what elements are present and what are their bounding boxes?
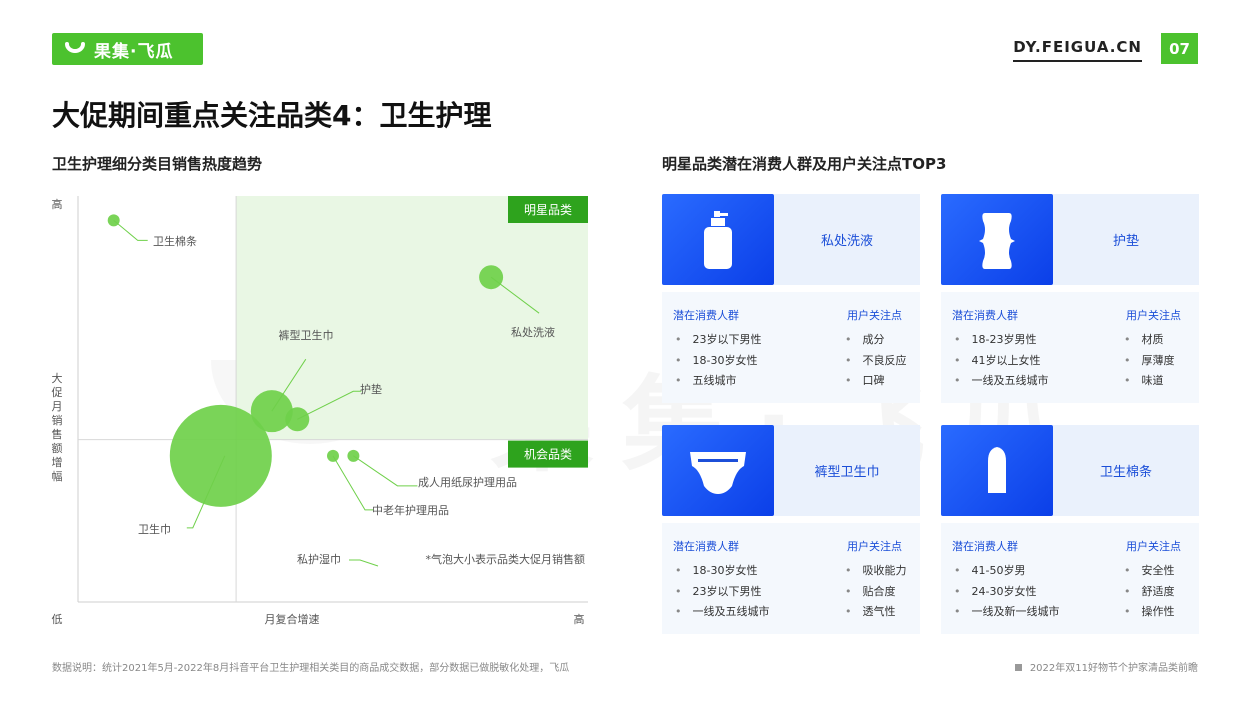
list-item: 味道 [1124, 371, 1175, 392]
focus-title: 用户关注点 [847, 309, 902, 322]
bubble-label: 护垫 [360, 382, 382, 396]
bubble-leader-line [332, 455, 373, 511]
card-name: 私处洗液 [820, 234, 873, 249]
focus-list: 材质 厚薄度 味道 [1124, 330, 1175, 392]
report-title: 2022年双11好物节个护家清品类前瞻 [1014, 659, 1198, 674]
bubble-chart: 明星品类机会品类高低 高月复合增速大促月销售额增幅卫生棉条私处洗液裤型卫生巾护垫卫… [52, 196, 588, 626]
list-item: 24-30岁女性 [954, 582, 1060, 603]
opportunity-quadrant-label: 机会品类 [524, 448, 572, 462]
page-number: 07 [1161, 33, 1198, 64]
audience-title: 潜在消费人群 [673, 309, 739, 322]
site-url[interactable]: DY.FEIGUA.CN [1013, 38, 1142, 62]
x-axis-low-label: 低 [52, 613, 63, 626]
x-axis-label: 月复合增速 [265, 612, 320, 626]
audience-list: 23岁以下男性 18-30岁女性 五线城市 [675, 330, 762, 392]
card-pantyliner: 护垫 潜在消费人群 用户关注点 18-23岁男性 41岁以上女性 一线及五线城市… [941, 194, 1199, 403]
list-item: 材质 [1124, 330, 1175, 351]
y-axis-label-char: 大 [52, 371, 63, 385]
bubble-leader-line [353, 455, 418, 487]
list-item: 成分 [845, 330, 907, 351]
bubble-size-note: *气泡大小表示品类大促月销售额 [426, 552, 586, 566]
list-item: 18-30岁女性 [675, 351, 762, 372]
bubble-label: 卫生巾 [138, 522, 171, 536]
square-icon [1014, 664, 1022, 671]
bubble-leader-line [349, 559, 379, 567]
list-item: 23岁以下男性 [675, 330, 762, 351]
card-name: 裤型卫生巾 [814, 465, 880, 480]
cards-section-title: 明星品类潜在消费人群及用户关注点TOP3 [662, 155, 947, 173]
audience-list: 18-23岁男性 41岁以上女性 一线及五线城市 [954, 330, 1049, 392]
list-item: 18-23岁男性 [954, 330, 1049, 351]
bubble-label: 裤型卫生巾 [279, 328, 334, 342]
y-axis-label-char: 售 [52, 427, 63, 441]
list-item: 不良反应 [845, 351, 907, 372]
audience-title: 潜在消费人群 [673, 540, 739, 553]
y-axis-label-char: 销 [52, 413, 63, 427]
bottle-icon [662, 194, 774, 285]
report-title-text: 2022年双11好物节个护家清品类前瞻 [1029, 663, 1198, 674]
pantyliner-icon [941, 194, 1053, 285]
audience-title: 潜在消费人群 [952, 309, 1018, 322]
bubble-label: 卫生棉条 [153, 234, 197, 248]
list-item: 23岁以下男性 [675, 582, 770, 603]
y-axis-label-char: 促 [52, 385, 63, 399]
focus-list: 安全性 舒适度 操作性 [1124, 561, 1175, 623]
focus-title: 用户关注点 [847, 540, 902, 553]
list-item: 安全性 [1124, 561, 1175, 582]
bubble-label: 私护湿巾 [297, 552, 341, 566]
list-item: 五线城市 [675, 371, 762, 392]
card-pants-pad: 裤型卫生巾 潜在消费人群 用户关注点 18-30岁女性 23岁以下男性 一线及五… [662, 425, 920, 634]
y-axis-label-char: 月 [52, 400, 63, 413]
card-name: 卫生棉条 [1099, 465, 1152, 480]
card-private-wash: 私处洗液 潜在消费人群 用户关注点 23岁以下男性 18-30岁女性 五线城市 … [662, 194, 920, 403]
list-item: 舒适度 [1124, 582, 1175, 603]
list-item: 41-50岁男 [954, 561, 1060, 582]
x-axis-high-label: 高 [574, 612, 585, 626]
focus-list: 吸收能力 贴合度 透气性 [845, 561, 907, 623]
list-item: 一线及五线城市 [675, 602, 770, 623]
tampon-icon [941, 425, 1053, 516]
audience-list: 18-30岁女性 23岁以下男性 一线及五线城市 [675, 561, 770, 623]
audience-list: 41-50岁男 24-30岁女性 一线及新一线城市 [954, 561, 1060, 623]
list-item: 贴合度 [845, 582, 907, 603]
list-item: 透气性 [845, 602, 907, 623]
audience-title: 潜在消费人群 [952, 540, 1018, 553]
list-item: 口碑 [845, 371, 907, 392]
card-tampon: 卫生棉条 潜在消费人群 用户关注点 41-50岁男 24-30岁女性 一线及新一… [941, 425, 1199, 634]
bubble-point [169, 404, 272, 507]
focus-title: 用户关注点 [1126, 309, 1181, 322]
list-item: 吸收能力 [845, 561, 907, 582]
bubble-label: 成人用纸尿护理用品 [418, 475, 517, 489]
bubble-label: 中老年护理用品 [372, 503, 449, 517]
list-item: 操作性 [1124, 602, 1175, 623]
pants-pad-icon [662, 425, 774, 516]
list-item: 41岁以上女性 [954, 351, 1049, 372]
star-quadrant-label: 明星品类 [524, 203, 572, 217]
bubble-label: 私处洗液 [511, 325, 555, 339]
y-axis-label-char: 增 [52, 455, 63, 469]
card-name: 护垫 [1112, 234, 1139, 249]
list-item: 18-30岁女性 [675, 561, 770, 582]
list-item: 厚薄度 [1124, 351, 1175, 372]
list-item: 一线及新一线城市 [954, 602, 1060, 623]
list-item: 一线及五线城市 [954, 371, 1049, 392]
y-axis-high-label: 高 [52, 197, 63, 211]
y-axis-label-char: 额 [52, 442, 63, 455]
data-source-note: 数据说明：统计2021年5月-2022年8月抖音平台卫生护理相关类目的商品成交数… [52, 663, 570, 674]
y-axis-label-char: 幅 [52, 470, 63, 483]
focus-list: 成分 不良反应 口碑 [845, 330, 907, 392]
focus-title: 用户关注点 [1126, 540, 1181, 553]
